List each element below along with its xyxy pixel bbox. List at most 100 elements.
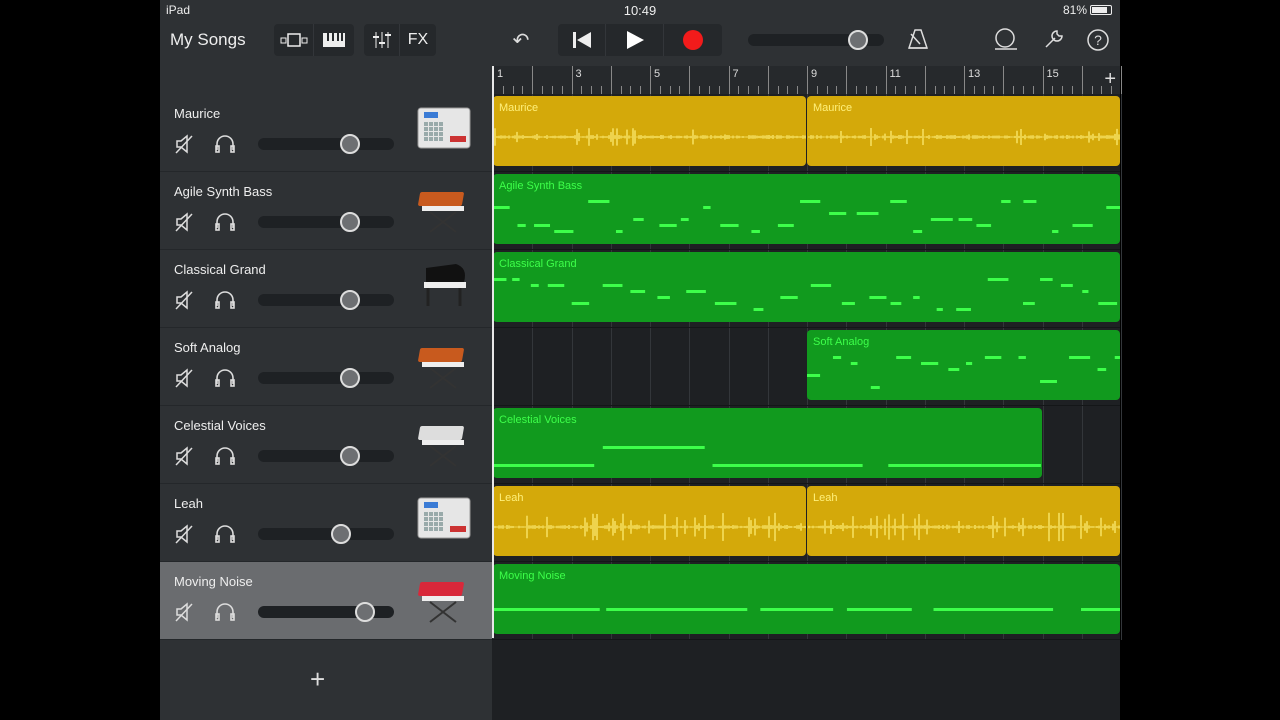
ruler-tick bbox=[640, 86, 642, 94]
drum-machine-icon[interactable] bbox=[416, 494, 472, 548]
track-volume-slider[interactable] bbox=[258, 602, 394, 622]
midi-region[interactable]: Agile Synth Bass bbox=[493, 174, 1120, 244]
headphones-icon[interactable] bbox=[214, 602, 236, 627]
midi-region[interactable]: Moving Noise bbox=[493, 564, 1120, 634]
my-songs-button[interactable]: My Songs bbox=[170, 30, 246, 50]
help-icon[interactable]: ? bbox=[1084, 28, 1112, 58]
ruler-tick bbox=[816, 86, 818, 94]
headphones-icon[interactable] bbox=[214, 368, 236, 393]
mute-icon[interactable] bbox=[174, 524, 194, 549]
track-header[interactable]: Soft Analog bbox=[160, 328, 492, 406]
piano-icon[interactable] bbox=[416, 260, 472, 314]
tracks-view-icon[interactable] bbox=[274, 24, 314, 56]
headphones-icon[interactable] bbox=[214, 290, 236, 315]
audio-region[interactable]: Maurice bbox=[493, 96, 806, 166]
volume-knob[interactable] bbox=[330, 524, 351, 544]
add-track-button[interactable]: + bbox=[310, 664, 325, 695]
track-volume-slider[interactable] bbox=[258, 524, 394, 544]
audio-region[interactable]: Leah bbox=[493, 486, 806, 556]
track-volume-slider[interactable] bbox=[258, 290, 394, 310]
ruler-bar-label: 9 bbox=[811, 68, 818, 80]
ruler-tick bbox=[1101, 86, 1103, 94]
headphones-icon[interactable] bbox=[214, 134, 236, 159]
volume-knob[interactable] bbox=[340, 446, 361, 466]
track-volume-slider[interactable] bbox=[258, 134, 394, 154]
fx-button[interactable]: FX bbox=[400, 24, 436, 56]
mute-icon[interactable] bbox=[174, 134, 194, 159]
piano-keys-icon[interactable] bbox=[314, 24, 354, 56]
ruler-tick bbox=[934, 86, 936, 94]
arrangement-area[interactable]: Maurice Maurice Agile Synth Bass Classical … bbox=[492, 94, 1122, 720]
clock: 10:49 bbox=[623, 3, 657, 18]
volume-knob[interactable] bbox=[340, 368, 361, 388]
region-label: Leah bbox=[499, 492, 524, 504]
track-name: Agile Synth Bass bbox=[174, 184, 273, 199]
ruler-tick bbox=[748, 86, 750, 94]
add-section-button[interactable]: + bbox=[1104, 68, 1116, 91]
wrench-icon[interactable] bbox=[1040, 28, 1068, 56]
midi-region[interactable]: Classical Grand bbox=[493, 252, 1120, 322]
drum-machine-icon[interactable] bbox=[416, 104, 472, 158]
track-header[interactable]: Classical Grand bbox=[160, 250, 492, 328]
track-lane[interactable]: Celestial Voices bbox=[492, 406, 1120, 484]
track-name: Maurice bbox=[174, 106, 221, 121]
track-lane[interactable]: Agile Synth Bass bbox=[492, 172, 1120, 250]
ruler-tick bbox=[905, 86, 907, 94]
track-volume-slider[interactable] bbox=[258, 212, 394, 232]
track-header[interactable]: Agile Synth Bass bbox=[160, 172, 492, 250]
region-label: Celestial Voices bbox=[499, 414, 577, 426]
metronome-icon[interactable] bbox=[904, 28, 932, 56]
audio-region[interactable]: Leah bbox=[807, 486, 1120, 556]
red-keyboard-icon[interactable] bbox=[416, 572, 472, 626]
track-lane[interactable]: Classical Grand bbox=[492, 250, 1120, 328]
mute-icon[interactable] bbox=[174, 602, 194, 627]
ruler-tick bbox=[836, 86, 838, 94]
ruler-tick bbox=[718, 86, 720, 94]
toolbar: My Songs FX ↶ ? bbox=[160, 20, 1120, 62]
volume-knob[interactable] bbox=[340, 290, 361, 310]
ruler-tick bbox=[767, 66, 769, 94]
track-header[interactable]: Moving Noise bbox=[160, 562, 492, 640]
track-lane[interactable]: Leah Leah bbox=[492, 484, 1120, 562]
volume-knob[interactable] bbox=[355, 602, 376, 622]
play-icon[interactable] bbox=[606, 24, 664, 56]
midi-region[interactable]: Celestial Voices bbox=[493, 408, 1042, 478]
synth-icon[interactable] bbox=[416, 338, 472, 392]
volume-knob[interactable] bbox=[340, 212, 361, 232]
master-volume-knob[interactable] bbox=[848, 30, 869, 50]
loop-browser-icon[interactable] bbox=[992, 28, 1020, 56]
keyboard-icon[interactable] bbox=[416, 416, 472, 470]
track-name: Soft Analog bbox=[174, 340, 241, 355]
headphones-icon[interactable] bbox=[214, 212, 236, 237]
region-label: Classical Grand bbox=[499, 258, 577, 270]
track-volume-slider[interactable] bbox=[258, 446, 394, 466]
ruler-tick bbox=[669, 86, 671, 94]
undo-icon[interactable]: ↶ bbox=[507, 28, 535, 53]
synth-icon[interactable] bbox=[416, 182, 472, 236]
track-volume-slider[interactable] bbox=[258, 368, 394, 388]
go-to-beginning-icon[interactable] bbox=[558, 24, 606, 56]
master-volume-slider[interactable] bbox=[748, 30, 884, 50]
track-lane[interactable]: Soft Analog bbox=[492, 328, 1120, 406]
headphones-icon[interactable] bbox=[214, 524, 236, 549]
track-lane[interactable]: Maurice Maurice bbox=[492, 94, 1120, 172]
ruler-tick bbox=[650, 66, 651, 94]
ruler-tick bbox=[1013, 86, 1015, 94]
audio-region[interactable]: Maurice bbox=[807, 96, 1120, 166]
mute-icon[interactable] bbox=[174, 446, 194, 471]
playhead[interactable] bbox=[492, 66, 494, 638]
track-header[interactable]: Leah bbox=[160, 484, 492, 562]
midi-region[interactable]: Soft Analog bbox=[807, 330, 1120, 400]
track-lane[interactable]: Moving Noise bbox=[492, 562, 1120, 640]
mute-icon[interactable] bbox=[174, 290, 194, 315]
mixer-sliders-icon[interactable] bbox=[364, 24, 400, 56]
volume-knob[interactable] bbox=[340, 134, 361, 154]
track-header[interactable]: Celestial Voices bbox=[160, 406, 492, 484]
mute-icon[interactable] bbox=[174, 212, 194, 237]
headphones-icon[interactable] bbox=[214, 446, 236, 471]
mute-icon[interactable] bbox=[174, 368, 194, 393]
track-header[interactable]: Maurice bbox=[160, 94, 492, 172]
record-icon[interactable] bbox=[664, 24, 722, 56]
ruler-bar-label: 5 bbox=[654, 68, 661, 80]
timeline-ruler[interactable]: + 1 3 5 7 9 11 13 15 bbox=[492, 66, 1122, 94]
